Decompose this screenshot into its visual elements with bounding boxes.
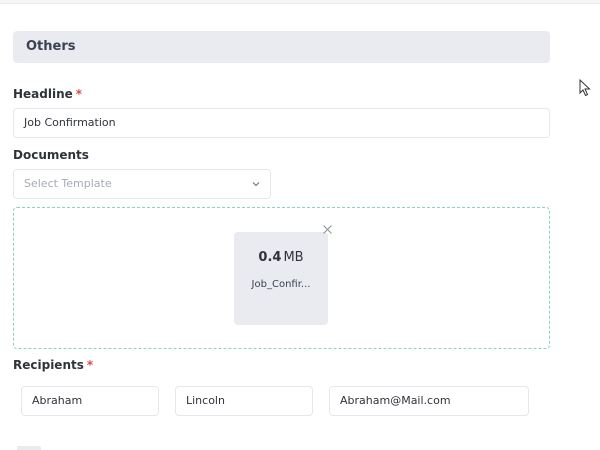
template-select-placeholder: Select Template — [24, 177, 112, 190]
file-size: 0.4 MB — [234, 250, 328, 265]
headline-label: Headline * — [13, 87, 82, 101]
recipient-first-name-field[interactable]: Abraham — [21, 386, 159, 416]
close-icon[interactable] — [322, 224, 333, 235]
recipients-label: Recipients * — [13, 358, 93, 372]
recipient-email-field[interactable]: Abraham@Mail.com — [329, 386, 529, 416]
file-size-unit: MB — [283, 250, 304, 265]
headline-label-text: Headline — [13, 87, 73, 101]
file-name: Job_Confir... — [251, 279, 311, 290]
mouse-cursor-icon — [579, 79, 591, 97]
top-divider — [0, 0, 600, 4]
section-header: Others — [13, 31, 550, 63]
template-select[interactable]: Select Template — [13, 169, 271, 199]
chevron-down-icon — [252, 182, 260, 187]
required-marker: * — [86, 358, 94, 372]
recipient-last-name-field[interactable]: Lincoln — [175, 386, 313, 416]
file-size-value: 0.4 — [258, 250, 282, 265]
required-marker: * — [75, 87, 83, 101]
file-card: 0.4 MB Job_Confir... — [234, 232, 328, 325]
partial-element — [17, 446, 41, 450]
section-title: Others — [26, 39, 76, 54]
recipients-label-text: Recipients — [13, 358, 84, 372]
documents-label: Documents — [13, 148, 89, 162]
headline-input[interactable]: Job Confirmation — [13, 108, 550, 138]
